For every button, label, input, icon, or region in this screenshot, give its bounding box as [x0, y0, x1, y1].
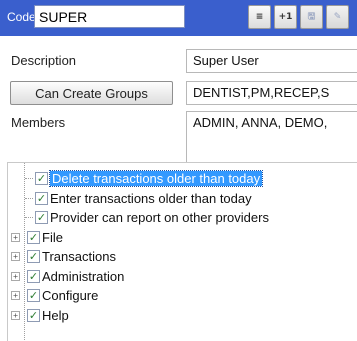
tree-connector [25, 217, 33, 218]
tree-item-label: Help [42, 307, 69, 323]
expand-icon[interactable]: + [11, 310, 20, 320]
checkbox[interactable]: ✓ [27, 308, 40, 322]
members-field[interactable]: ADMIN, ANNA, DEMO, [186, 111, 357, 168]
code-label: Code [7, 10, 36, 24]
can-create-groups-field[interactable]: DENTIST,PM,RECEP,S [186, 81, 357, 105]
can-create-groups-button[interactable]: Can Create Groups [10, 81, 173, 105]
tree-item-label: Configure [42, 288, 99, 303]
expand-icon[interactable]: + [11, 252, 20, 261]
plus-one-icon[interactable]: +1 [274, 5, 297, 29]
tree-item-label: Provider can report on other providers [50, 210, 269, 225]
align-left-icon[interactable]: ≡ [248, 5, 271, 29]
expand-icon[interactable]: + [11, 232, 20, 242]
tree-connector [25, 197, 33, 199]
checkbox[interactable]: ✓ [35, 211, 48, 224]
description-field[interactable]: Super User [186, 49, 357, 73]
checkbox[interactable]: ✓ [27, 250, 40, 263]
tree-item-label: File [42, 229, 63, 245]
tree-guide-line [24, 163, 25, 341]
checkbox[interactable]: ✓ [27, 269, 40, 283]
permissions-tree[interactable]: ✓ Delete transactions older than today ✓ En… [7, 162, 357, 341]
tree-item-label: Delete transactions older than today [48, 170, 264, 187]
checkbox[interactable]: ✓ [35, 172, 48, 185]
save-icon[interactable]: 🖫 [300, 5, 323, 29]
tree-item-label: Transactions [42, 249, 116, 264]
checkbox[interactable]: ✓ [27, 230, 40, 244]
checkbox[interactable]: ✓ [35, 191, 48, 205]
members-label: Members [11, 115, 66, 130]
tree-item-label: Enter transactions older than today [50, 190, 252, 206]
header-bar: Code ≡ +1 🖫 ✎ [0, 0, 357, 36]
expand-icon[interactable]: + [11, 291, 20, 300]
description-label: Description [11, 53, 77, 68]
edit-icon[interactable]: ✎ [326, 5, 349, 29]
tree-connector [25, 178, 33, 179]
code-input[interactable] [34, 5, 185, 28]
checkbox[interactable]: ✓ [27, 289, 40, 302]
tree-item-label: Administration [42, 268, 125, 284]
expand-icon[interactable]: + [11, 271, 20, 281]
